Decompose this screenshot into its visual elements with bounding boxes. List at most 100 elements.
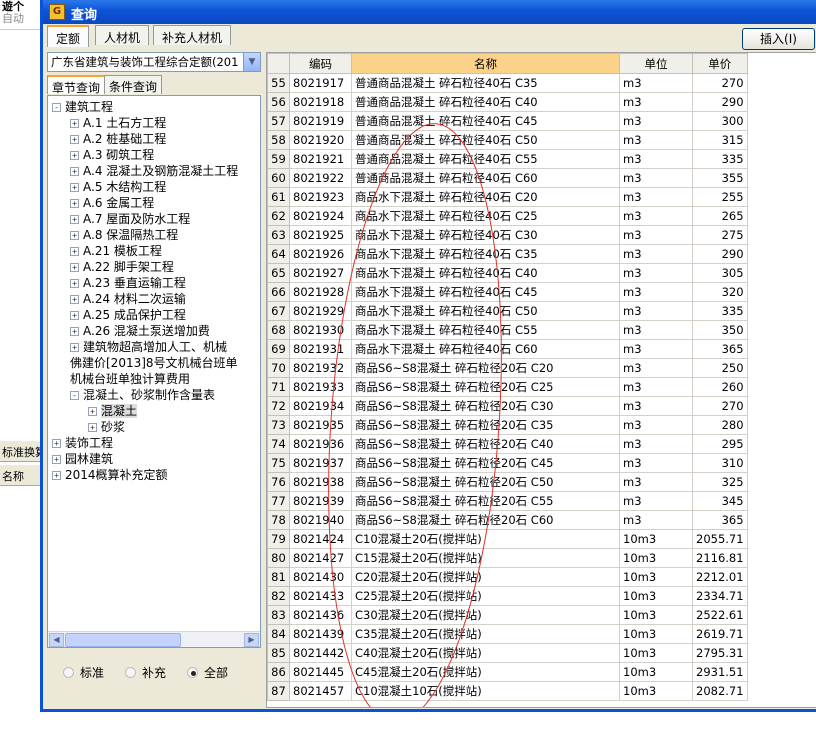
cell-code[interactable]: 8021424 — [289, 529, 352, 549]
tree-node[interactable]: + A.6 金属工程 — [70, 195, 154, 211]
table-row[interactable]: 58 8021920 普通商品混凝土 碎石粒径40石 C50 m3 315 — [267, 130, 748, 150]
cell-price[interactable]: 255 — [692, 187, 748, 207]
cell-code[interactable]: 8021933 — [289, 377, 352, 397]
cell-price[interactable]: 2082.71 — [692, 681, 748, 701]
tab-quota[interactable]: 定额 — [47, 25, 90, 47]
table-row[interactable]: 78 8021940 商品S6~S8混凝土 碎石粒径20石 C60 m3 365 — [267, 510, 748, 530]
expand-icon[interactable]: + — [70, 327, 79, 336]
row-number[interactable]: 75 — [267, 453, 290, 473]
table-row[interactable]: 71 8021933 商品S6~S8混凝土 碎石粒径20石 C25 m3 260 — [267, 377, 748, 397]
cell-price[interactable]: 325 — [692, 472, 748, 492]
radio-option[interactable]: 标准 — [63, 664, 104, 681]
cell-code[interactable]: 8021924 — [289, 206, 352, 226]
cell-code[interactable]: 8021930 — [289, 320, 352, 340]
cell-unit[interactable]: m3 — [619, 73, 693, 93]
header-unit[interactable]: 单位 — [619, 53, 693, 74]
table-row[interactable]: 75 8021937 商品S6~S8混凝土 碎石粒径20石 C45 m3 310 — [267, 453, 748, 473]
cell-code[interactable]: 8021923 — [289, 187, 352, 207]
table-row[interactable]: 77 8021939 商品S6~S8混凝土 碎石粒径20石 C55 m3 345 — [267, 491, 748, 511]
tree-node[interactable]: + A.22 脚手架工程 — [70, 259, 174, 275]
chapter-tree[interactable]: +2014概算补充定额 + 园林建筑 + 装饰工程 + 砂浆 + 混凝土 - 混凝土、砂浆制作含量表… — [47, 95, 261, 648]
tree-node[interactable]: + A.4 混凝土及钢筋混凝土工程 — [70, 163, 238, 179]
header-price[interactable]: 单价 — [692, 53, 748, 74]
tree-node[interactable]: + A.8 保温隔热工程 — [70, 227, 178, 243]
table-row[interactable]: 60 8021922 普通商品混凝土 碎石粒径40石 C60 m3 355 — [267, 168, 748, 188]
table-row[interactable]: 82 8021433 C25混凝土20石(搅拌站) 10m3 2334.71 — [267, 586, 748, 606]
expand-icon[interactable]: + — [70, 295, 79, 304]
cell-name[interactable]: 商品S6~S8混凝土 碎石粒径20石 C30 — [351, 396, 620, 416]
cell-price[interactable]: 275 — [692, 225, 748, 245]
row-number[interactable]: 80 — [267, 548, 290, 568]
tree-node[interactable]: - 建筑工程 — [52, 99, 113, 115]
tree-node[interactable]: - 混凝土、砂浆制作含量表 — [70, 387, 215, 403]
cell-unit[interactable]: m3 — [619, 472, 693, 492]
table-row[interactable]: 56 8021918 普通商品混凝土 碎石粒径40石 C40 m3 290 — [267, 92, 748, 112]
cell-name[interactable]: 商品S6~S8混凝土 碎石粒径20石 C25 — [351, 377, 620, 397]
cell-price[interactable]: 2619.71 — [692, 624, 748, 644]
cell-name[interactable]: 商品S6~S8混凝土 碎石粒径20石 C35 — [351, 415, 620, 435]
cell-code[interactable]: 8021938 — [289, 472, 352, 492]
row-number[interactable]: 86 — [267, 662, 290, 682]
collapse-icon[interactable]: - — [52, 103, 61, 112]
tree-node[interactable]: + 装饰工程 — [52, 435, 113, 451]
table-row[interactable]: 72 8021934 商品S6~S8混凝土 碎石粒径20石 C30 m3 270 — [267, 396, 748, 416]
table-row[interactable]: 84 8021439 C35混凝土20石(搅拌站) 10m3 2619.71 — [267, 624, 748, 644]
cell-code[interactable]: 8021439 — [289, 624, 352, 644]
expand-icon[interactable]: + — [52, 471, 61, 480]
cell-unit[interactable]: m3 — [619, 491, 693, 511]
tree-node[interactable]: 佛建价[2013]8号文机械台班单 — [70, 355, 238, 371]
cell-name[interactable]: 普通商品混凝土 碎石粒径40石 C50 — [351, 130, 620, 150]
collapse-icon[interactable]: - — [70, 391, 79, 400]
cell-price[interactable]: 355 — [692, 168, 748, 188]
tab-supplement-materials[interactable]: 补充人材机 — [153, 25, 232, 45]
expand-icon[interactable]: + — [70, 167, 79, 176]
cell-name[interactable]: C30混凝土20石(搅拌站) — [351, 605, 620, 625]
cell-unit[interactable]: m3 — [619, 510, 693, 530]
title-bar[interactable]: G 查询 — [43, 0, 816, 24]
table-row[interactable]: 73 8021935 商品S6~S8混凝土 碎石粒径20石 C35 m3 280 — [267, 415, 748, 435]
table-row[interactable]: 64 8021926 商品水下混凝土 碎石粒径40石 C35 m3 290 — [267, 244, 748, 264]
insert-button[interactable]: 插入(I) — [742, 28, 815, 50]
expand-icon[interactable]: + — [70, 343, 79, 352]
tree-node[interactable]: + 园林建筑 — [52, 451, 113, 467]
cell-name[interactable]: 商品水下混凝土 碎石粒径40石 C30 — [351, 225, 620, 245]
expand-icon[interactable]: + — [70, 151, 79, 160]
row-number[interactable]: 74 — [267, 434, 290, 454]
expand-icon[interactable]: + — [70, 279, 79, 288]
row-number[interactable]: 77 — [267, 491, 290, 511]
cell-unit[interactable]: m3 — [619, 339, 693, 359]
cell-price[interactable]: 335 — [692, 149, 748, 169]
cell-price[interactable]: 270 — [692, 73, 748, 93]
row-number[interactable]: 56 — [267, 92, 290, 112]
row-number[interactable]: 72 — [267, 396, 290, 416]
cell-code[interactable]: 8021934 — [289, 396, 352, 416]
cell-name[interactable]: C45混凝土20石(搅拌站) — [351, 662, 620, 682]
tree-node[interactable]: + 混凝土 — [88, 403, 138, 419]
cell-code[interactable]: 8021436 — [289, 605, 352, 625]
cell-code[interactable]: 8021919 — [289, 111, 352, 131]
cell-name[interactable]: 商品水下混凝土 碎石粒径40石 C40 — [351, 263, 620, 283]
cell-unit[interactable]: 10m3 — [619, 681, 693, 701]
cell-unit[interactable]: 10m3 — [619, 624, 693, 644]
cell-name[interactable]: 普通商品混凝土 碎石粒径40石 C45 — [351, 111, 620, 131]
cell-price[interactable]: 350 — [692, 320, 748, 340]
cell-price[interactable]: 345 — [692, 491, 748, 511]
cell-unit[interactable]: m3 — [619, 415, 693, 435]
cell-code[interactable]: 8021921 — [289, 149, 352, 169]
cell-price[interactable]: 365 — [692, 510, 748, 530]
expand-icon[interactable]: + — [70, 135, 79, 144]
scroll-left-icon[interactable]: ◀ — [49, 633, 64, 647]
cell-code[interactable]: 8021928 — [289, 282, 352, 302]
cell-name[interactable]: 商品水下混凝土 碎石粒径40石 C25 — [351, 206, 620, 226]
cell-name[interactable]: 商品S6~S8混凝土 碎石粒径20石 C45 — [351, 453, 620, 473]
table-row[interactable]: 57 8021919 普通商品混凝土 碎石粒径40石 C45 m3 300 — [267, 111, 748, 131]
row-number[interactable]: 61 — [267, 187, 290, 207]
cell-unit[interactable]: m3 — [619, 206, 693, 226]
cell-price[interactable]: 2931.51 — [692, 662, 748, 682]
cell-name[interactable]: C25混凝土20石(搅拌站) — [351, 586, 620, 606]
cell-price[interactable]: 260 — [692, 377, 748, 397]
radio-circle-icon[interactable] — [187, 667, 198, 678]
cell-code[interactable]: 8021931 — [289, 339, 352, 359]
row-number[interactable]: 62 — [267, 206, 290, 226]
cell-code[interactable]: 8021940 — [289, 510, 352, 530]
